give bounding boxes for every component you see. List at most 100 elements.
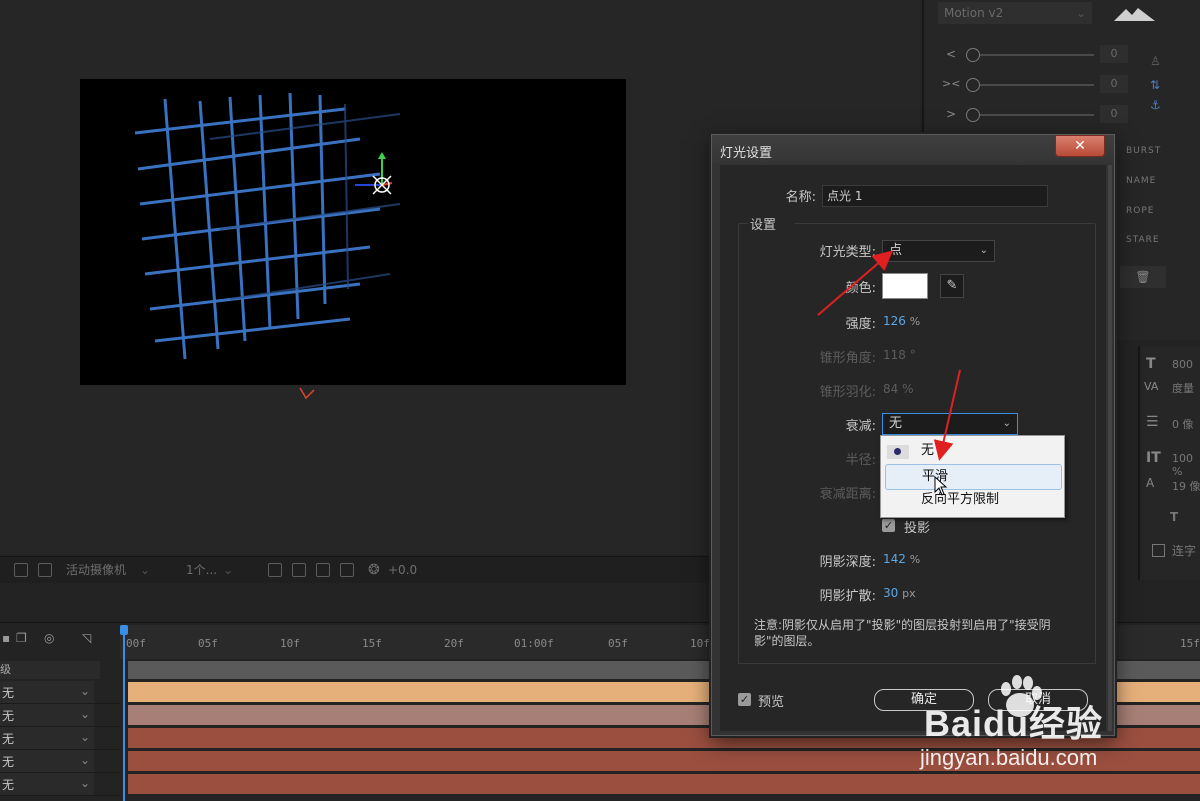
transparency-grid-icon[interactable]	[292, 563, 306, 577]
flowchart-icon[interactable]	[340, 563, 354, 577]
preview-label: 预览	[758, 695, 785, 710]
slider-row-2[interactable]: >< 0	[932, 75, 1128, 95]
chevron-right-icon: >	[946, 107, 957, 121]
cone-feather-label: 锥形羽化:	[819, 385, 876, 400]
anchor-icon[interactable]: ⚓	[1150, 98, 1161, 112]
layer-row[interactable]: 无 ⌄	[0, 773, 120, 796]
region-icon[interactable]	[268, 563, 282, 577]
intensity-value[interactable]: 126 %	[883, 314, 920, 328]
shadow-diffusion-value[interactable]: 30 px	[883, 586, 916, 600]
track-matte-select[interactable]: 无 ⌄	[0, 750, 94, 772]
watermark-brand: Baidu经验	[924, 703, 1104, 744]
layer-row[interactable]: 无 ⌄	[0, 704, 120, 727]
color-swatch[interactable]	[882, 273, 928, 299]
camera-marker-icon	[299, 387, 315, 400]
cone-angle-label: 锥形角度:	[819, 351, 876, 366]
timeline-switches: ▪ ❐ ◎ ◹	[0, 631, 120, 649]
trash-icon[interactable]: 🗑	[1120, 266, 1166, 288]
casts-shadows-checkbox[interactable]: ✓	[882, 519, 895, 532]
graph-editor-icon[interactable]: ◹	[82, 631, 91, 645]
pin-icon[interactable]: ♙	[1150, 54, 1161, 68]
watermark: Baidu经验 jingyan.baidu.com	[920, 665, 1200, 775]
falloff-label: 衰减:	[845, 419, 876, 434]
slider-value[interactable]: 0	[1100, 75, 1128, 93]
falloff-select[interactable]: 无 ⌄	[882, 413, 1018, 435]
grid-preview-image	[134, 92, 401, 360]
fast-preview-icon[interactable]	[316, 563, 330, 577]
layer-row[interactable]: 无 ⌄	[0, 681, 120, 704]
slider-value[interactable]: 0	[1100, 105, 1128, 123]
name-field[interactable]: 点光 1	[822, 185, 1048, 207]
layer-duration-bar[interactable]	[128, 774, 1200, 794]
layer-row[interactable]: 无 ⌄	[0, 727, 120, 750]
ruler-label: 01:00f	[514, 637, 554, 650]
ligatures-checkbox[interactable]	[1152, 544, 1165, 557]
track-matte-select[interactable]: 无 ⌄	[0, 704, 94, 726]
dialog-scrollbar[interactable]	[1108, 165, 1112, 731]
text-style-icon: T	[1170, 510, 1179, 524]
dialog-title: 灯光设置	[720, 146, 773, 161]
camera-select[interactable]: 活动摄像机 ⌄	[66, 561, 176, 579]
composition-canvas[interactable]	[80, 79, 626, 385]
ruler-label: 15f	[1180, 637, 1200, 650]
name-label: 名称:	[785, 190, 816, 205]
font-size-icon: T	[1146, 356, 1156, 372]
ruler-label: 05f	[198, 637, 218, 650]
track-matte-select[interactable]: 无 ⌄	[0, 773, 94, 795]
motion-blur-icon[interactable]: ◎	[44, 631, 54, 645]
stroke-width-value[interactable]: 0 像	[1172, 416, 1194, 432]
playhead[interactable]	[120, 625, 128, 801]
layer-row[interactable]: 无 ⌄	[0, 750, 120, 773]
shadow-darkness-value[interactable]: 142 %	[883, 552, 920, 566]
cone-angle-value: 118 °	[883, 348, 916, 362]
layers-icon[interactable]: ❐	[16, 631, 27, 645]
ruler-label: 05f	[608, 637, 628, 650]
motion-preset-select[interactable]: Motion v2 ⌄	[938, 2, 1092, 24]
dropdown-option-none[interactable]: 无	[881, 439, 1064, 463]
tracking-select[interactable]: 度量	[1172, 380, 1194, 396]
slider-knob[interactable]	[966, 78, 980, 92]
preview-checkbox[interactable]: ✓	[738, 693, 751, 706]
solo-icon[interactable]: ▪	[2, 631, 10, 645]
viewer-toolbar: 活动摄像机 ⌄ 1个... ⌄ ❂ +0.0	[0, 556, 715, 583]
tracking-icon: VA	[1144, 380, 1159, 393]
vertical-scale-icon: IT	[1146, 450, 1161, 466]
link-icon[interactable]: ⇅	[1150, 78, 1160, 92]
slider-knob[interactable]	[966, 108, 980, 122]
dropdown-option-inverse-square-clamped[interactable]: 反向平方限制	[881, 488, 1064, 512]
dialog-titlebar[interactable]: 灯光设置 ✕	[712, 135, 1114, 163]
character-panel: T 800 VA 度量 ☰ 0 像 IT 100 % A 19 像 T 连字	[1138, 346, 1200, 580]
falloff-distance-label: 衰减距离:	[819, 487, 876, 502]
light-type-select[interactable]: 点 ⌄	[882, 240, 995, 262]
slider-row-1[interactable]: < 0	[932, 45, 1128, 65]
radius-label: 半径:	[845, 453, 876, 468]
exposure-value[interactable]: +0.0	[388, 561, 428, 579]
shadow-note: 注意:阴影仅从启用了"投影"的图层投射到启用了"接受阴影"的图层。	[754, 618, 1051, 648]
vertical-scale-value[interactable]: 100 %	[1172, 452, 1200, 478]
chevron-down-icon: ⌄	[979, 245, 988, 256]
track-matte-select[interactable]: 无 ⌄	[0, 681, 94, 703]
stroke-width-icon: ☰	[1146, 414, 1159, 430]
ruler-label: 15f	[362, 637, 382, 650]
eyedropper-icon[interactable]: ✎	[940, 274, 964, 298]
stare-button[interactable]: STARE	[1126, 235, 1160, 245]
exposure-icon[interactable]: ❂	[368, 561, 382, 579]
rope-button[interactable]: ROPE	[1126, 206, 1154, 216]
burst-button[interactable]: BURST	[1126, 146, 1161, 156]
chevron-down-icon: ⌄	[1002, 418, 1011, 429]
ruler-label: 10f	[690, 637, 710, 650]
baseline-shift-value[interactable]: 19 像	[1172, 478, 1200, 494]
show-snapshot-icon[interactable]	[38, 563, 52, 577]
snapshot-icon[interactable]	[14, 563, 28, 577]
name-button[interactable]: NAME	[1126, 176, 1156, 186]
view-count-select[interactable]: 1个... ⌄	[186, 561, 258, 579]
ruler-label: 20f	[444, 637, 464, 650]
dropdown-option-smooth[interactable]: 平滑	[885, 464, 1062, 490]
slider-value[interactable]: 0	[1100, 45, 1128, 63]
casts-shadows-label: 投影	[904, 521, 931, 536]
close-button[interactable]: ✕	[1055, 135, 1105, 157]
slider-row-3[interactable]: > 0	[932, 105, 1128, 125]
font-size-value[interactable]: 800	[1172, 358, 1193, 371]
slider-knob[interactable]	[966, 48, 980, 62]
track-matte-select[interactable]: 无 ⌄	[0, 727, 94, 749]
